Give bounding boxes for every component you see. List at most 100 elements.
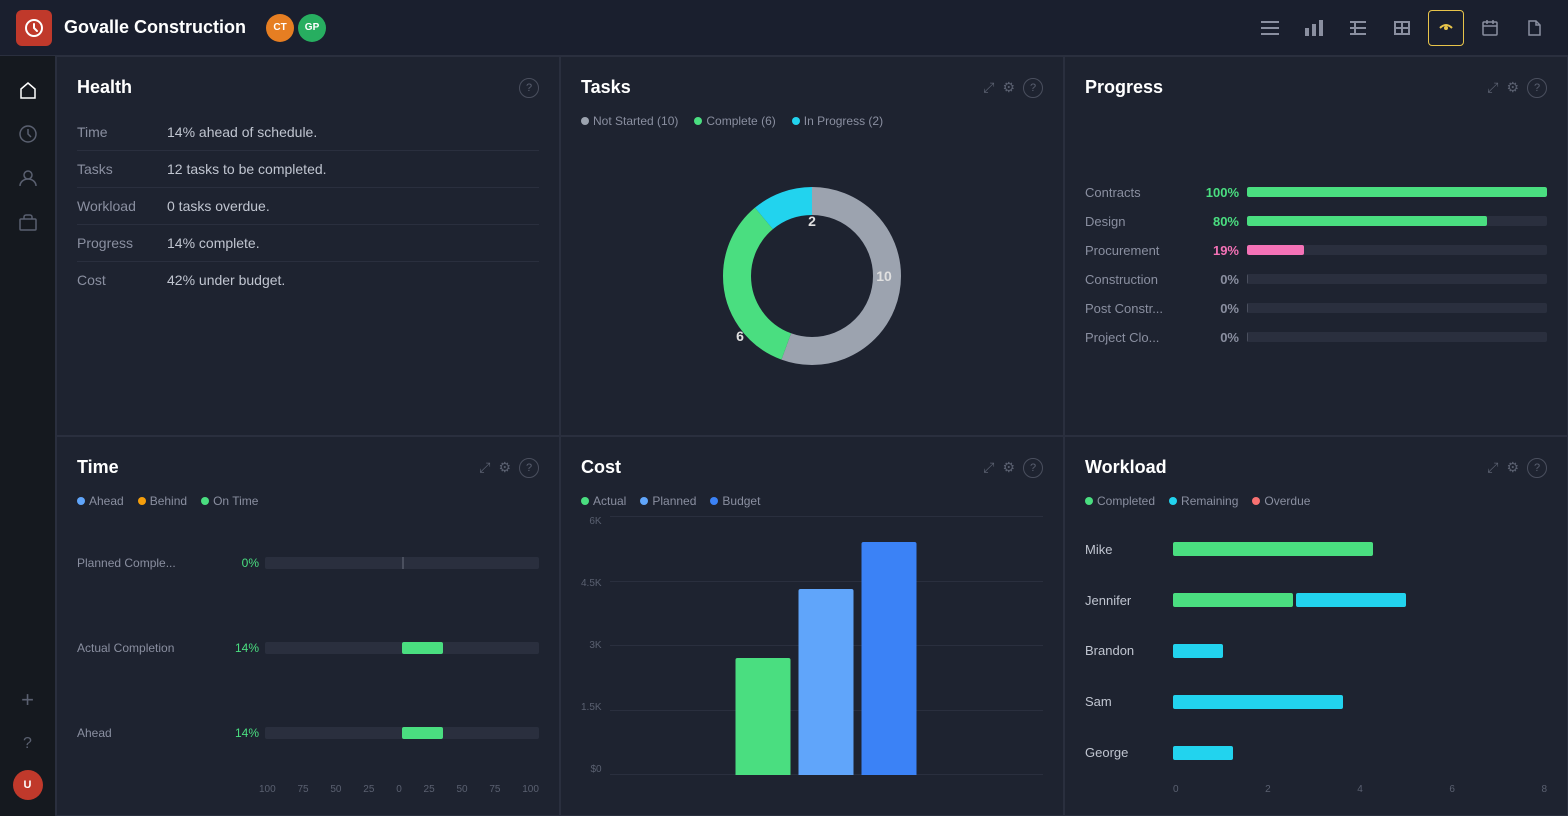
workload-x-2: 2 [1265, 784, 1271, 795]
cost-legend-planned: Planned [640, 494, 696, 508]
cost-bars-container [610, 516, 1043, 795]
time-help-btn[interactable]: ? [519, 458, 539, 478]
progress-design-label: Design [1085, 214, 1195, 229]
workload-legend-overdue: Overdue [1252, 494, 1310, 508]
time-planned-pct: 0% [223, 556, 259, 570]
workload-jennifer-remaining-bar [1296, 593, 1406, 607]
sidebar-portfolio-icon[interactable] [10, 204, 46, 240]
progress-settings-btn[interactable]: ⚙ [1506, 79, 1519, 96]
health-workload-label: Workload [77, 188, 167, 225]
health-title: Health [77, 77, 132, 98]
cost-y-axis: 6K 4.5K 3K 1.5K $0 [581, 516, 602, 795]
workload-help-btn[interactable]: ? [1527, 458, 1547, 478]
health-time-row: Time 14% ahead of schedule. [77, 114, 539, 151]
tasks-expand-btn[interactable]: ⤢ [983, 79, 994, 96]
grid-view-icon[interactable] [1340, 10, 1376, 46]
progress-rows: Contracts 100% Design 80% Procuremen [1085, 114, 1547, 415]
cost-chart-area: 6K 4.5K 3K 1.5K $0 [581, 516, 1043, 795]
time-settings-btn[interactable]: ⚙ [498, 459, 511, 476]
time-axis-75l: 75 [297, 784, 308, 795]
cost-legend-budget: Budget [710, 494, 760, 508]
time-actual-row: Actual Completion 14% [77, 641, 539, 655]
project-title: Govalle Construction [64, 17, 246, 38]
time-expand-btn[interactable]: ⤢ [479, 459, 490, 476]
table-view-icon[interactable] [1384, 10, 1420, 46]
chart-view-icon[interactable] [1296, 10, 1332, 46]
progress-contracts-label: Contracts [1085, 185, 1195, 200]
cost-legend-actual: Actual [581, 494, 626, 508]
main-layout: + ? U Health ? Time 14% ahead of schedul… [0, 56, 1568, 816]
workload-x-axis: 0 2 4 6 8 [1085, 784, 1547, 795]
tasks-donut-chart: 2 6 10 [702, 166, 922, 386]
calendar-view-icon[interactable] [1472, 10, 1508, 46]
workload-brandon-remaining-bar [1173, 644, 1223, 658]
sidebar-home-icon[interactable] [10, 72, 46, 108]
workload-expand-btn[interactable]: ⤢ [1487, 459, 1498, 476]
cost-expand-btn[interactable]: ⤢ [983, 459, 994, 476]
cost-help-btn[interactable]: ? [1023, 458, 1043, 478]
health-time-value: 14% ahead of schedule. [167, 114, 539, 151]
health-cost-value: 42% under budget. [167, 262, 539, 299]
workload-chart: Mike Jennifer Brandon [1085, 524, 1547, 778]
cost-y-1k5: 1.5K [581, 702, 602, 713]
time-actual-label: Actual Completion [77, 641, 217, 655]
health-progress-label: Progress [77, 225, 167, 262]
workload-settings-btn[interactable]: ⚙ [1506, 459, 1519, 476]
legend-in-progress: In Progress (2) [792, 114, 883, 128]
health-workload-row: Workload 0 tasks overdue. [77, 188, 539, 225]
time-planned-bar-bg [265, 557, 539, 569]
time-legend-ontime: On Time [201, 494, 258, 508]
tasks-help-btn[interactable]: ? [1023, 78, 1043, 98]
health-cost-label: Cost [77, 262, 167, 299]
progress-construction-bar-bg [1247, 274, 1547, 284]
health-panel: Health ? Time 14% ahead of schedule. Tas… [56, 56, 560, 436]
document-view-icon[interactable] [1516, 10, 1552, 46]
sidebar-people-icon[interactable] [10, 160, 46, 196]
cost-legend: Actual Planned Budget [581, 494, 1043, 508]
cost-panel: Cost ⤢ ⚙ ? Actual Planned Budget 6K 4.5K… [560, 436, 1064, 816]
tasks-settings-btn[interactable]: ⚙ [1002, 79, 1015, 96]
time-axis: 100 75 50 25 0 25 50 75 100 [77, 784, 539, 795]
progress-procurement-bar-fill [1247, 245, 1304, 255]
sidebar-help-icon[interactable]: ? [10, 726, 46, 762]
progress-contracts-pct: 100% [1203, 185, 1239, 200]
avatar-gp: GP [298, 14, 326, 42]
cost-settings-btn[interactable]: ⚙ [1002, 459, 1015, 476]
progress-postconstruction-bar-bg [1247, 303, 1547, 313]
time-legend: Ahead Behind On Time [77, 494, 539, 508]
svg-text:2: 2 [808, 213, 816, 229]
progress-contracts-bar-bg [1247, 187, 1547, 197]
progress-expand-btn[interactable]: ⤢ [1487, 79, 1498, 96]
workload-george-remaining-bar [1173, 746, 1233, 760]
topbar: Govalle Construction CT GP [0, 0, 1568, 56]
health-panel-header: Health ? [77, 77, 539, 98]
health-table: Time 14% ahead of schedule. Tasks 12 tas… [77, 114, 539, 298]
time-axis-100l: 100 [259, 784, 276, 795]
progress-contracts-bar-fill [1247, 187, 1547, 197]
progress-postconstruction-row: Post Constr... 0% [1085, 301, 1547, 316]
health-help-btn[interactable]: ? [519, 78, 539, 98]
sidebar-time-icon[interactable] [10, 116, 46, 152]
svg-text:6: 6 [736, 328, 744, 344]
workload-x-8: 8 [1541, 784, 1547, 795]
workload-legend-remaining: Remaining [1169, 494, 1238, 508]
tasks-panel: Tasks ⤢ ⚙ ? Not Started (10) Complete (6… [560, 56, 1064, 436]
time-panel-header: Time ⤢ ⚙ ? [77, 457, 539, 478]
progress-help-btn[interactable]: ? [1527, 78, 1547, 98]
progress-design-bar-bg [1247, 216, 1547, 226]
tasks-panel-header: Tasks ⤢ ⚙ ? [581, 77, 1043, 98]
workload-mike-bars [1173, 542, 1547, 556]
dashboard-view-icon[interactable] [1428, 10, 1464, 46]
workload-jennifer-name: Jennifer [1085, 593, 1165, 608]
time-planned-bar [402, 557, 404, 569]
time-legend-ahead: Ahead [77, 494, 124, 508]
progress-title: Progress [1085, 77, 1163, 98]
list-view-icon[interactable] [1252, 10, 1288, 46]
progress-postconstruction-label: Post Constr... [1085, 301, 1195, 316]
health-time-label: Time [77, 114, 167, 151]
workload-mike-row: Mike [1085, 542, 1547, 557]
sidebar-user-avatar[interactable]: U [13, 770, 43, 800]
workload-sam-name: Sam [1085, 694, 1165, 709]
sidebar-add-icon[interactable]: + [10, 682, 46, 718]
content-grid: Health ? Time 14% ahead of schedule. Tas… [56, 56, 1568, 816]
